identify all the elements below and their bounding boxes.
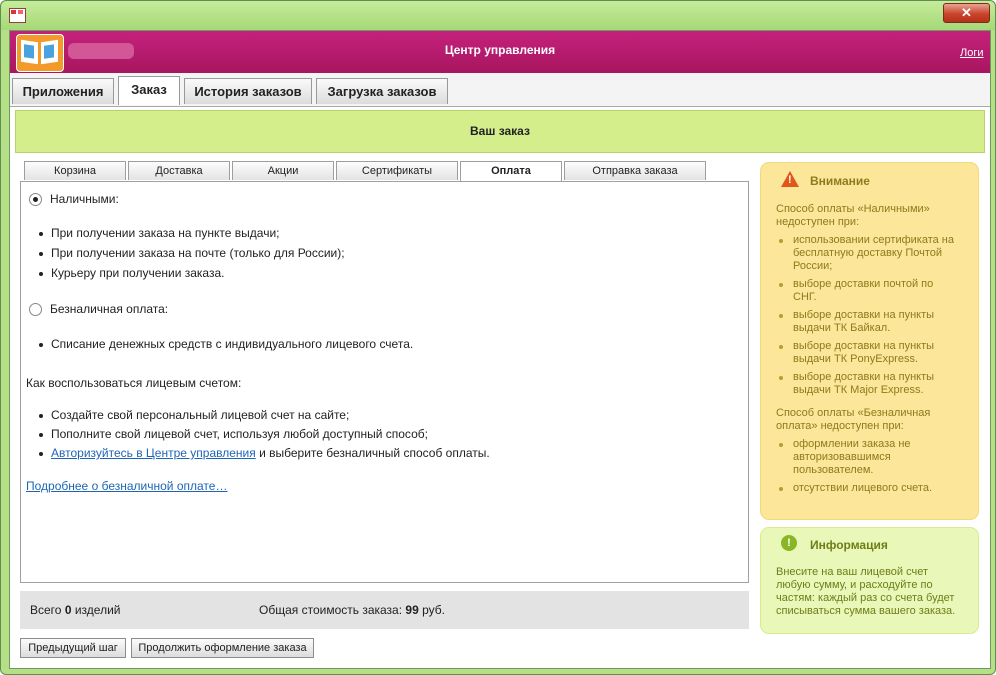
list-item: выборе доставки на пункты выдачи ТК Байка… [778,309,935,334]
header: Центр управления Логи [10,31,990,73]
close-button[interactable]: ✕ [943,3,990,23]
previous-step-button[interactable]: Предыдущий шаг [20,638,126,658]
information-panel: ! Информация Внесите на ваш лицевой счет… [760,527,979,634]
tab-send-order[interactable]: Отправка заказа [564,161,706,180]
howto-title: Как воспользоваться лицевым счетом: [26,376,242,390]
login-tail-text: и выберите безналичный способ оплаты. [255,446,490,460]
information-title: Информация [810,538,888,552]
window-frame: ✕ Центр управления Логи Приложения Заказ… [0,0,996,675]
list-item: Создайте свой персональный лицевой счет … [38,408,350,422]
cash-radio[interactable] [29,193,42,206]
list-item: отсутствии лицевого счета. [778,482,933,494]
tab-order[interactable]: Заказ [118,76,180,105]
payment-panel: Наличными: При получении заказа на пункт… [20,181,749,583]
list-item: Авторизуйтесь в Центре управления и выбе… [39,446,490,460]
items-total: Всего 0 изделий [30,603,121,617]
cashless-unavailable-intro: Способ оплаты «Безналичная оплата» недост… [776,407,931,432]
list-item: При получении заказа на почте (только дл… [39,246,345,260]
tab-promotions[interactable]: Акции [232,161,334,180]
app-icon [9,8,26,23]
tab-applications[interactable]: Приложения [12,78,114,104]
cash-label: Наличными: [50,192,119,206]
list-item: Курьеру при получении заказа. [38,266,225,280]
attention-title: Внимание [810,174,870,188]
login-link[interactable]: Авторизуйтесь в Центре управления [51,446,256,460]
client-area: Центр управления Логи Приложения Заказ И… [9,30,991,669]
information-text: Внесите на ваш лицевой счет любую сумму, … [776,566,956,617]
main-tabs: Приложения Заказ История заказов Загрузк… [10,73,990,107]
cash-unavailable-intro: Способ оплаты «Наличными» недоступен при: [776,203,930,228]
logout-link[interactable]: Логи [960,47,984,59]
tab-payment[interactable]: Оплата [460,161,562,182]
list-item: выборе доставки почтой по СНГ. [778,278,934,303]
list-item: выборе доставки на пункты выдачи ТК PonyE… [778,340,935,365]
order-totals: Всего 0 изделий Общая стоимость заказа: … [20,591,749,629]
list-item: оформлении заказа не авторизовавшимся поль… [779,438,911,476]
list-item: выборе доставки на пункты выдачи ТК Major… [778,371,935,396]
list-item: При получении заказа на пункте выдачи; [39,226,280,240]
list-item: использовании сертификата на бесплатную д… [778,234,955,272]
tab-order-history[interactable]: История заказов [184,78,312,104]
more-about-cashless-link[interactable]: Подробнее о безналичной оплате… [26,479,227,493]
tab-cart[interactable]: Корзина [24,161,126,180]
tab-order-upload[interactable]: Загрузка заказов [316,78,448,104]
attention-panel: ! Внимание Способ оплаты «Наличными» недо… [760,162,979,520]
info-icon: ! [781,535,797,551]
tab-certificates[interactable]: Сертификаты [336,161,458,180]
order-cost: Общая стоимость заказа: 99 руб. [259,603,446,617]
list-item: Пополните свой лицевой счет, используя л… [39,427,428,441]
continue-order-button[interactable]: Продолжить оформление заказа [131,638,314,658]
cashless-radio[interactable] [29,303,42,316]
warning-icon: ! [781,171,799,187]
page-title: Центр управления [444,43,556,57]
title-bar: ✕ [1,1,995,30]
cashless-label: Безналичная оплата: [50,302,169,316]
tab-delivery[interactable]: Доставка [128,161,230,180]
order-header: Ваш заказ [15,110,985,153]
list-item: Списание денежных средств с индивидуальн… [38,337,414,351]
